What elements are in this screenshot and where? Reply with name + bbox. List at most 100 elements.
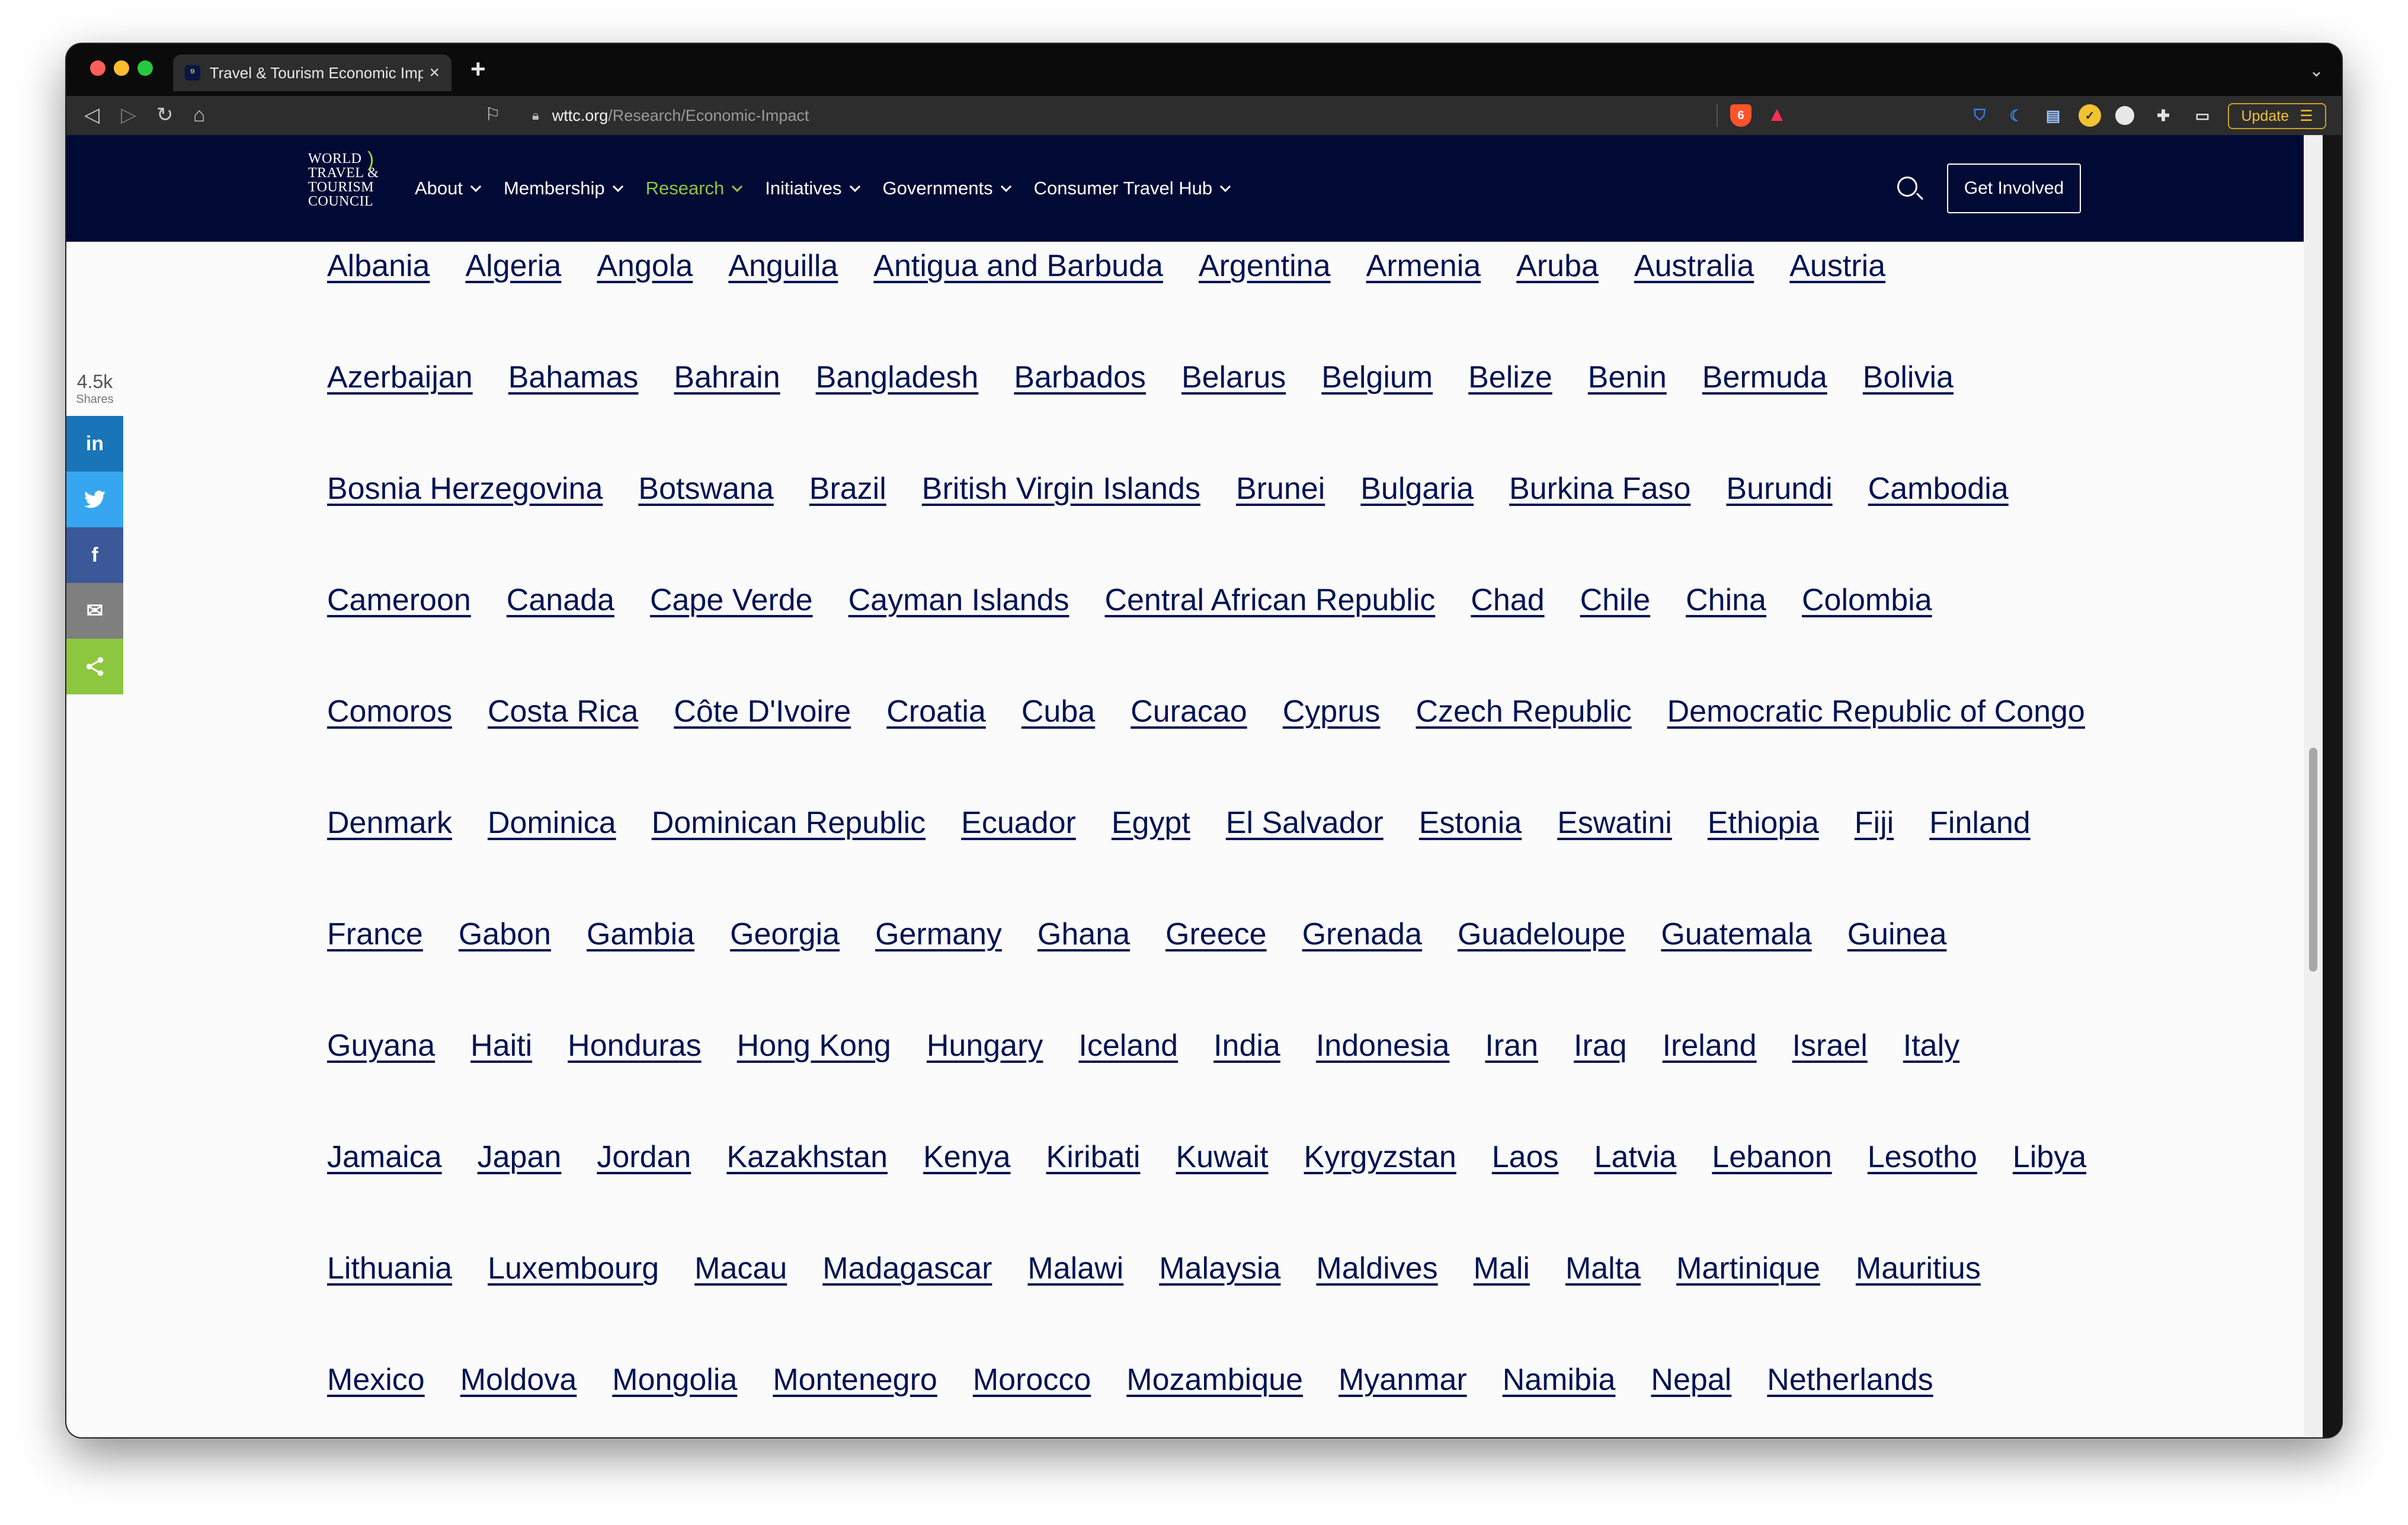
country-link[interactable]: Denmark bbox=[327, 802, 452, 844]
country-link[interactable]: Malawi bbox=[1027, 1248, 1123, 1289]
country-link[interactable]: Barbados bbox=[1014, 357, 1146, 398]
country-link[interactable]: Israel bbox=[1792, 1025, 1868, 1066]
bitwarden-extension-icon[interactable]: ⛉ bbox=[1968, 104, 1991, 127]
country-link[interactable]: Morocco bbox=[973, 1359, 1091, 1401]
page-scrollbar[interactable] bbox=[2304, 135, 2323, 1437]
back-icon[interactable]: ◁ bbox=[84, 103, 100, 127]
country-link[interactable]: Croatia bbox=[886, 691, 986, 732]
country-link[interactable]: Cameroon bbox=[327, 579, 471, 621]
country-link[interactable]: Mongolia bbox=[612, 1359, 737, 1401]
crescent-extension-icon[interactable]: ☾ bbox=[2005, 104, 2028, 127]
country-link[interactable]: Azerbaijan bbox=[327, 357, 473, 398]
country-link[interactable]: Libya bbox=[2013, 1136, 2086, 1178]
country-link[interactable]: Albania bbox=[327, 245, 430, 287]
country-link[interactable]: Kenya bbox=[923, 1136, 1010, 1178]
country-link[interactable]: Algeria bbox=[465, 245, 561, 287]
country-link[interactable]: Fiji bbox=[1855, 802, 1894, 844]
country-link[interactable]: Angola bbox=[597, 245, 693, 287]
country-link[interactable]: Cape Verde bbox=[650, 579, 813, 621]
country-link[interactable]: Cyprus bbox=[1283, 691, 1381, 732]
country-link[interactable]: Georgia bbox=[730, 914, 840, 955]
country-link[interactable]: India bbox=[1213, 1025, 1280, 1066]
country-link[interactable]: Ghana bbox=[1038, 914, 1130, 955]
country-link[interactable]: Brazil bbox=[809, 468, 886, 510]
new-tab-button[interactable]: + bbox=[470, 55, 486, 84]
country-link[interactable]: Central African Republic bbox=[1104, 579, 1435, 621]
document-extension-icon[interactable]: ▤ bbox=[2042, 104, 2064, 127]
country-link[interactable]: Gambia bbox=[587, 914, 694, 955]
country-link[interactable]: Bulgaria bbox=[1360, 468, 1474, 510]
country-link[interactable]: Hungary bbox=[927, 1025, 1043, 1066]
forward-icon[interactable]: ▷ bbox=[121, 103, 136, 127]
country-link[interactable]: Czech Republic bbox=[1416, 691, 1631, 732]
puzzle-extensions-icon[interactable]: ✚ bbox=[2152, 104, 2175, 127]
country-link[interactable]: Belgium bbox=[1321, 357, 1433, 398]
country-link[interactable]: Hong Kong bbox=[737, 1025, 891, 1066]
country-link[interactable]: Bermuda bbox=[1702, 357, 1827, 398]
country-link[interactable]: Bolivia bbox=[1863, 357, 1954, 398]
country-link[interactable]: Bahrain bbox=[674, 357, 780, 398]
country-link[interactable]: Democratic Republic of Congo bbox=[1667, 691, 2085, 732]
country-link[interactable]: Lithuania bbox=[327, 1248, 452, 1289]
country-link[interactable]: Eswatini bbox=[1557, 802, 1672, 844]
country-link[interactable]: Indonesia bbox=[1316, 1025, 1450, 1066]
home-icon[interactable]: ⌂ bbox=[193, 103, 206, 127]
country-link[interactable]: Australia bbox=[1634, 245, 1754, 287]
country-link[interactable]: Guadeloupe bbox=[1458, 914, 1625, 955]
country-link[interactable]: Germany bbox=[875, 914, 1002, 955]
tab-search-chevron-icon[interactable]: ⌄ bbox=[2309, 60, 2324, 81]
address-bar[interactable]: 🔒︎ wttc.org /Research/Economic-Impact bbox=[517, 101, 1761, 130]
search-icon[interactable] bbox=[1897, 177, 1917, 197]
country-link[interactable]: Guyana bbox=[327, 1025, 435, 1066]
country-link[interactable]: Burkina Faso bbox=[1509, 468, 1690, 510]
country-link[interactable]: Anguilla bbox=[728, 245, 838, 287]
country-link[interactable]: Burundi bbox=[1726, 468, 1832, 510]
country-link[interactable]: Kiribati bbox=[1046, 1136, 1141, 1178]
country-link[interactable]: Lebanon bbox=[1712, 1136, 1831, 1178]
country-link[interactable]: Madagascar bbox=[822, 1248, 992, 1289]
brave-shield-icon[interactable]: 6 bbox=[1730, 104, 1751, 127]
country-link[interactable]: Curacao bbox=[1131, 691, 1247, 732]
linkedin-share-button[interactable]: in bbox=[66, 416, 123, 472]
country-link[interactable]: Bosnia Herzegovina bbox=[327, 468, 603, 510]
country-link[interactable]: Ireland bbox=[1663, 1025, 1757, 1066]
maximize-window-button[interactable] bbox=[137, 60, 153, 76]
country-link[interactable]: Armenia bbox=[1366, 245, 1481, 287]
country-link[interactable]: Cayman Islands bbox=[848, 579, 1069, 621]
country-link[interactable]: Cuba bbox=[1022, 691, 1095, 732]
nav-item-governments[interactable]: Governments bbox=[883, 178, 1011, 199]
country-link[interactable]: Antigua and Barbuda bbox=[873, 245, 1163, 287]
country-link[interactable]: Argentina bbox=[1199, 245, 1331, 287]
country-link[interactable]: Bahamas bbox=[508, 357, 639, 398]
country-link[interactable]: Lesotho bbox=[1868, 1136, 1977, 1178]
country-link[interactable]: China bbox=[1686, 579, 1766, 621]
update-button[interactable]: Update ☰ bbox=[2228, 103, 2326, 129]
country-link[interactable]: Montenegro bbox=[773, 1359, 937, 1401]
country-link[interactable]: Egypt bbox=[1112, 802, 1190, 844]
country-link[interactable]: Ecuador bbox=[961, 802, 1076, 844]
reload-icon[interactable]: ↻ bbox=[156, 103, 174, 127]
close-tab-icon[interactable]: × bbox=[429, 63, 440, 83]
country-link[interactable]: Canada bbox=[507, 579, 614, 621]
country-link[interactable]: Malta bbox=[1565, 1248, 1641, 1289]
country-link[interactable]: Cambodia bbox=[1868, 468, 2009, 510]
nav-item-research[interactable]: Research bbox=[646, 178, 743, 199]
country-link[interactable]: Laos bbox=[1492, 1136, 1559, 1178]
country-link[interactable]: Myanmar bbox=[1339, 1359, 1467, 1401]
brave-rewards-icon[interactable]: ▲ bbox=[1767, 103, 1787, 126]
country-link[interactable]: Belize bbox=[1468, 357, 1552, 398]
country-link[interactable]: Greece bbox=[1165, 914, 1267, 955]
circle-extension-icon[interactable] bbox=[2115, 106, 2134, 125]
country-link[interactable]: Martinique bbox=[1676, 1248, 1820, 1289]
country-link[interactable]: Haiti bbox=[470, 1025, 532, 1066]
country-link[interactable]: Luxembourg bbox=[488, 1248, 659, 1289]
country-link[interactable]: Guatemala bbox=[1661, 914, 1811, 955]
country-link[interactable]: Jamaica bbox=[327, 1136, 442, 1178]
country-link[interactable]: Costa Rica bbox=[488, 691, 638, 732]
country-link[interactable]: Mozambique bbox=[1126, 1359, 1303, 1401]
country-link[interactable]: Benin bbox=[1588, 357, 1667, 398]
country-link[interactable]: Guinea bbox=[1847, 914, 1947, 955]
country-link[interactable]: Brunei bbox=[1236, 468, 1325, 510]
country-link[interactable]: Belarus bbox=[1181, 357, 1286, 398]
country-link[interactable]: Japan bbox=[478, 1136, 562, 1178]
